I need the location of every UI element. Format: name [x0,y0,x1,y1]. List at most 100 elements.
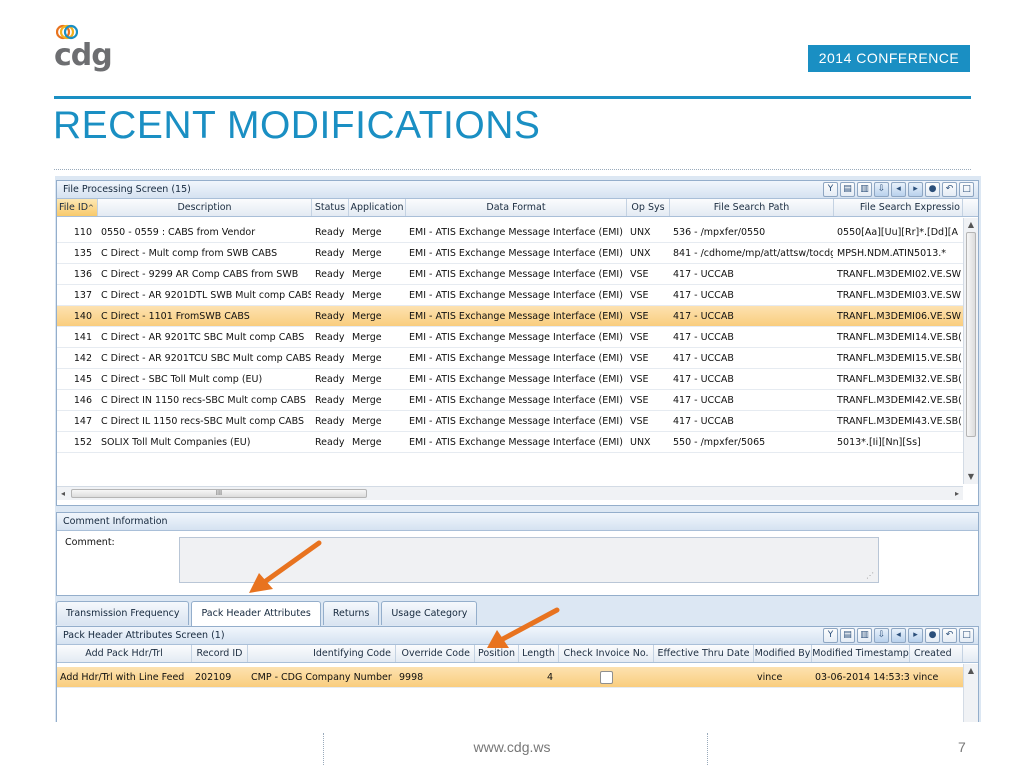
table-cell: vince [757,672,783,683]
column-header[interactable]: Op Sys [627,199,670,216]
column-header[interactable]: Status [312,199,349,216]
column-header[interactable]: Identifying Code [248,645,396,662]
table-cell: TRANFL.M3DEMI14.VE.SB( [837,332,962,343]
column-header[interactable]: Add Pack Hdr/Trl [57,645,192,662]
table-cell: Merge [352,437,382,448]
column-header[interactable]: Data Format [406,199,627,216]
table-cell: 202109 [195,672,232,683]
scroll-up-icon[interactable]: ▲ [965,218,977,232]
header-rule [54,96,971,99]
table-cell: TRANFL.M3DEMI06.VE.SW [837,311,962,322]
column-header[interactable]: File ID^ [57,199,98,216]
table-row[interactable]: 142 C Direct - AR 9201TCU SBC Mult comp C… [57,348,963,369]
table-row[interactable]: 136 C Direct - 9299 AR Comp CABS from SWB… [57,264,963,285]
column-header[interactable]: Application [349,199,406,216]
export-icon[interactable]: ▤ [840,628,855,643]
comment-information-panel: Comment Information Comment: ⋰ [56,512,979,596]
table-row[interactable]: 141 C Direct - AR 9201TC SBC Mult comp CA… [57,327,963,348]
table-cell: C Direct - AR 9201TCU SBC Mult comp CABS [101,353,312,364]
scroll-right-icon[interactable]: ▸ [951,487,963,501]
tab-transmission-frequency[interactable]: Transmission Frequency [56,601,190,625]
refresh-icon[interactable]: ● [925,182,940,197]
page-number: 7 [958,739,966,755]
column-header[interactable]: Length [519,645,559,662]
table-cell: 147 [73,416,92,427]
table-row[interactable]: Add Hdr/Trl with Line Feed 202109 CMP - … [57,667,963,688]
filter-icon[interactable]: Y [823,628,838,643]
table-row[interactable]: 140 C Direct - 1101 FromSWB CABS Ready Merg… [57,306,963,327]
table-cell: TRANFL.M3DEMI15.VE.SB( [837,353,962,364]
pack-panel-toolbar: Y ▤ ▥ ⇩ ◂ ▸ ● ↶ □ [823,628,974,643]
pack-grid-vertical-scrollbar[interactable]: ▲ [963,664,978,722]
reset-icon[interactable]: ↶ [942,182,957,197]
column-header[interactable]: Description [98,199,312,216]
table-row[interactable]: 137 C Direct - AR 9201DTL SWB Mult comp C… [57,285,963,306]
maximize-icon[interactable]: □ [959,628,974,643]
table-row[interactable]: 152 SOLIX Toll Mult Companies (EU) Ready Me… [57,432,963,453]
tab-usage-category[interactable]: Usage Category [381,601,478,625]
table-cell: 137 [73,290,92,301]
column-header[interactable]: Check Invoice No. [559,645,654,662]
columns-icon[interactable]: ▥ [857,628,872,643]
resize-grip-icon[interactable]: ⋰ [866,571,874,580]
table-row[interactable]: 147 C Direct IL 1150 recs-SBC Mult comp C… [57,411,963,432]
import-icon[interactable]: ⇩ [874,182,889,197]
scrollbar-thumb[interactable] [966,232,976,437]
table-cell: C Direct - 1101 FromSWB CABS [101,311,250,322]
table-row[interactable]: 146 C Direct IN 1150 recs-SBC Mult comp C… [57,390,963,411]
table-cell: 145 [73,374,92,385]
scrollbar-thumb[interactable]: III [71,489,367,498]
column-header[interactable]: Override Code [396,645,475,662]
import-icon[interactable]: ⇩ [874,628,889,643]
pack-header-attributes-panel: Pack Header Attributes Screen (1) Y ▤ ▥ … [56,626,979,722]
table-cell: Ready [315,290,345,301]
table-row[interactable]: 145 C Direct - SBC Toll Mult comp (EU) Rea… [57,369,963,390]
table-cell: VSE [630,290,649,301]
column-header-label: File ID [59,202,89,213]
comment-textarea[interactable]: ⋰ [179,537,879,583]
column-header[interactable]: Modified Timestamp [812,645,910,662]
column-header[interactable]: Created [910,645,963,662]
refresh-icon[interactable]: ● [925,628,940,643]
table-cell: Merge [352,395,382,406]
reset-icon[interactable]: ↶ [942,628,957,643]
table-cell: C Direct - 9299 AR Comp CABS from SWB [101,269,299,280]
column-header[interactable]: File Search Path [670,199,834,216]
next-icon[interactable]: ▸ [908,628,923,643]
table-cell: C Direct IN 1150 recs-SBC Mult comp CABS [101,395,306,406]
file-grid-vertical-scrollbar[interactable]: ▲ ▼ [963,218,978,484]
table-cell: VSE [630,311,649,322]
table-row[interactable]: 110 0550 - 0559 : CABS from Vendor Ready Me… [57,222,963,243]
table-cell: 0550[Aa][Uu][Rr]*.[Dd][A [837,227,958,238]
export-icon[interactable]: ▤ [840,182,855,197]
columns-icon[interactable]: ▥ [857,182,872,197]
scroll-left-icon[interactable]: ◂ [57,487,69,501]
column-header[interactable]: Record ID [192,645,248,662]
column-header[interactable]: Effective Thru Date [654,645,754,662]
previous-icon[interactable]: ◂ [891,628,906,643]
column-header[interactable]: File Search Expressio [834,199,963,216]
table-cell: Merge [352,269,382,280]
table-cell: TRANFL.M3DEMI42.VE.SB( [837,395,962,406]
table-cell: C Direct - AR 9201TC SBC Mult comp CABS [101,332,305,343]
previous-icon[interactable]: ◂ [891,182,906,197]
tab-pack-header-attributes[interactable]: Pack Header Attributes [191,601,321,627]
next-icon[interactable]: ▸ [908,182,923,197]
column-header[interactable]: Position [475,645,519,662]
maximize-icon[interactable]: □ [959,182,974,197]
table-cell: Ready [315,269,345,280]
table-cell: VSE [630,353,649,364]
comment-label: Comment: [65,537,115,548]
scroll-up-icon[interactable]: ▲ [965,664,977,678]
column-header[interactable]: Modified By [754,645,812,662]
file-processing-panel: File Processing Screen (15) Y ▤ ▥ ⇩ ◂ ▸ … [56,180,979,506]
tab-returns[interactable]: Returns [322,601,380,625]
table-cell: 142 [73,353,92,364]
table-row[interactable]: 135 C Direct - Mult comp from SWB CABS Rea… [57,243,963,264]
filter-icon[interactable]: Y [823,182,838,197]
check-invoice-checkbox[interactable] [599,671,613,684]
scroll-down-icon[interactable]: ▼ [965,470,977,484]
table-cell: VSE [630,269,649,280]
file-grid-horizontal-scrollbar[interactable]: ◂ III ▸ [57,486,963,500]
file-grid-body: 110 0550 - 0559 : CABS from Vendor Ready Me… [57,218,963,453]
